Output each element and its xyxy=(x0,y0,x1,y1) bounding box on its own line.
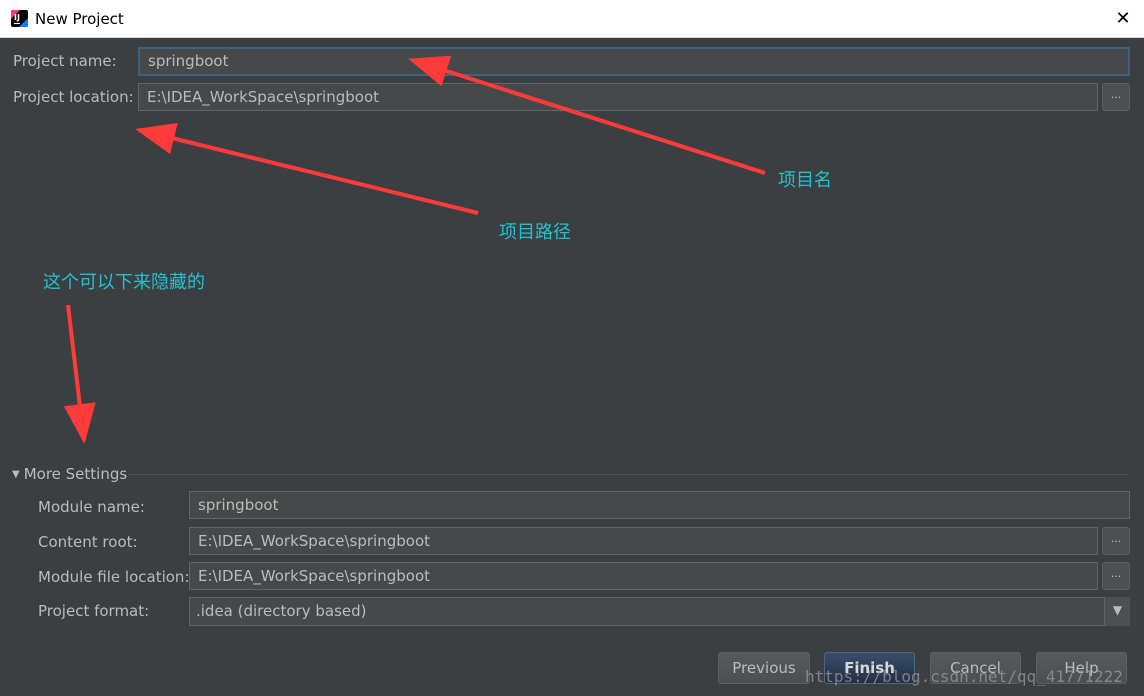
collapse-triangle-icon: ▼ xyxy=(12,469,20,480)
chevron-down-icon[interactable]: ▼ xyxy=(1104,597,1130,626)
arrow-to-more-settings xyxy=(63,304,96,444)
annotation-arrows xyxy=(63,55,766,444)
arrow-to-project-location xyxy=(135,123,479,215)
previous-button[interactable]: Previous xyxy=(718,652,810,684)
arrow-to-project-name xyxy=(408,55,766,175)
more-settings-separator xyxy=(128,474,1128,475)
more-settings-toggle[interactable]: ▼ More Settings xyxy=(12,465,127,483)
content-root-label: Content root: xyxy=(38,533,138,551)
module-name-label: Module name: xyxy=(38,498,145,516)
module-file-location-label: Module file location: xyxy=(38,568,190,586)
annotation-collapsible: 这个可以下来隐藏的 xyxy=(43,272,205,293)
project-format-select[interactable]: .idea (directory based) xyxy=(189,597,1130,626)
content-root-browse-button[interactable]: ... xyxy=(1102,527,1130,555)
annotation-project-name: 项目名 xyxy=(778,170,832,191)
content-root-input[interactable]: E:\IDEA_WorkSpace\springboot xyxy=(189,527,1098,555)
module-file-location-browse-button[interactable]: ... xyxy=(1102,562,1130,590)
watermark: https://blog.csdn.net/qq_41771222 xyxy=(805,667,1123,686)
module-file-location-input[interactable]: E:\IDEA_WorkSpace\springboot xyxy=(189,562,1098,590)
module-name-input[interactable]: springboot xyxy=(189,491,1130,519)
more-settings-title: More Settings xyxy=(23,465,128,483)
project-format-label: Project format: xyxy=(38,602,150,620)
annotation-project-path: 项目路径 xyxy=(499,222,571,243)
